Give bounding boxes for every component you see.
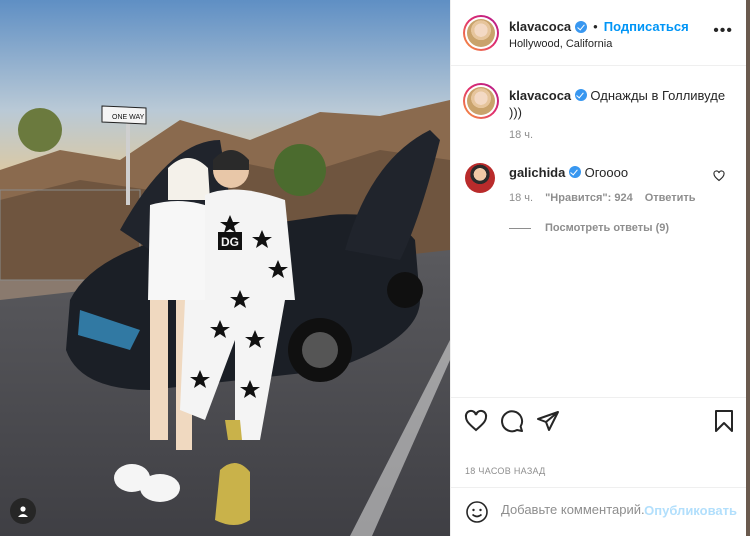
verified-badge-icon: [574, 89, 587, 101]
comment-time[interactable]: 18 ч.: [509, 192, 533, 204]
heart-icon[interactable]: [463, 408, 489, 434]
comment-meta: 18 ч. "Нравится": 924 Ответить: [509, 192, 696, 204]
verified-badge-icon: [575, 20, 588, 33]
post-location[interactable]: Hollywood, California: [509, 38, 612, 50]
author-avatar[interactable]: [463, 15, 499, 51]
add-comment-bar: Опубликовать: [451, 487, 747, 536]
post-photo[interactable]: ONE WAY DG: [0, 0, 450, 536]
one-way-sign-text: ONE WAY: [112, 114, 145, 121]
comment-icon[interactable]: [499, 408, 525, 434]
caption-time[interactable]: 18 ч.: [509, 129, 533, 141]
comment-input[interactable]: [501, 502, 649, 517]
post-header: klavacoca • Подписаться Hollywood, Calif…: [451, 0, 747, 66]
comment-item: galichida Огоооо: [509, 165, 628, 180]
post-actions: 18 ЧАСОВ НАЗАД: [451, 397, 747, 487]
post-time-ago[interactable]: 18 ЧАСОВ НАЗАД: [465, 466, 546, 476]
post-caption: klavacoca Однажды в Голливуде ))): [509, 87, 735, 121]
background-strip: [746, 0, 750, 536]
comments-section: klavacoca Однажды в Голливуде ))) 18 ч. …: [451, 67, 747, 397]
author-username[interactable]: klavacoca: [509, 19, 571, 34]
separator-dot: •: [593, 19, 598, 34]
caption-author-avatar[interactable]: [463, 83, 499, 119]
comment-avatar[interactable]: [465, 163, 495, 193]
bookmark-icon[interactable]: [711, 408, 737, 434]
author-line: klavacoca • Подписаться: [509, 19, 689, 34]
comment-likes[interactable]: "Нравится": 924: [545, 192, 633, 204]
view-replies-label: Посмотреть ответы (9): [545, 222, 670, 234]
post-modal: ONE WAY DG klavacoca • Подписаться Holly…: [0, 0, 750, 536]
photo-scene: ONE WAY DG: [0, 0, 450, 536]
publish-button[interactable]: Опубликовать: [644, 503, 737, 518]
svg-text:DG: DG: [221, 235, 239, 249]
emoji-icon[interactable]: [465, 500, 489, 524]
view-replies-button[interactable]: Посмотреть ответы (9): [509, 222, 669, 234]
comment-like-heart-icon[interactable]: [713, 169, 725, 187]
replies-divider-line: [509, 227, 531, 229]
user-tag-icon[interactable]: [10, 498, 36, 524]
follow-button[interactable]: Подписаться: [604, 19, 689, 34]
reply-button[interactable]: Ответить: [645, 192, 696, 204]
post-sidebar: klavacoca • Подписаться Hollywood, Calif…: [450, 0, 747, 536]
verified-badge-icon: [568, 166, 581, 178]
more-options-icon[interactable]: •••: [713, 23, 733, 39]
share-icon[interactable]: [535, 408, 561, 434]
caption-username[interactable]: klavacoca: [509, 88, 571, 103]
comment-text: Огоооо: [584, 165, 629, 180]
comment-username[interactable]: galichida: [509, 165, 565, 180]
